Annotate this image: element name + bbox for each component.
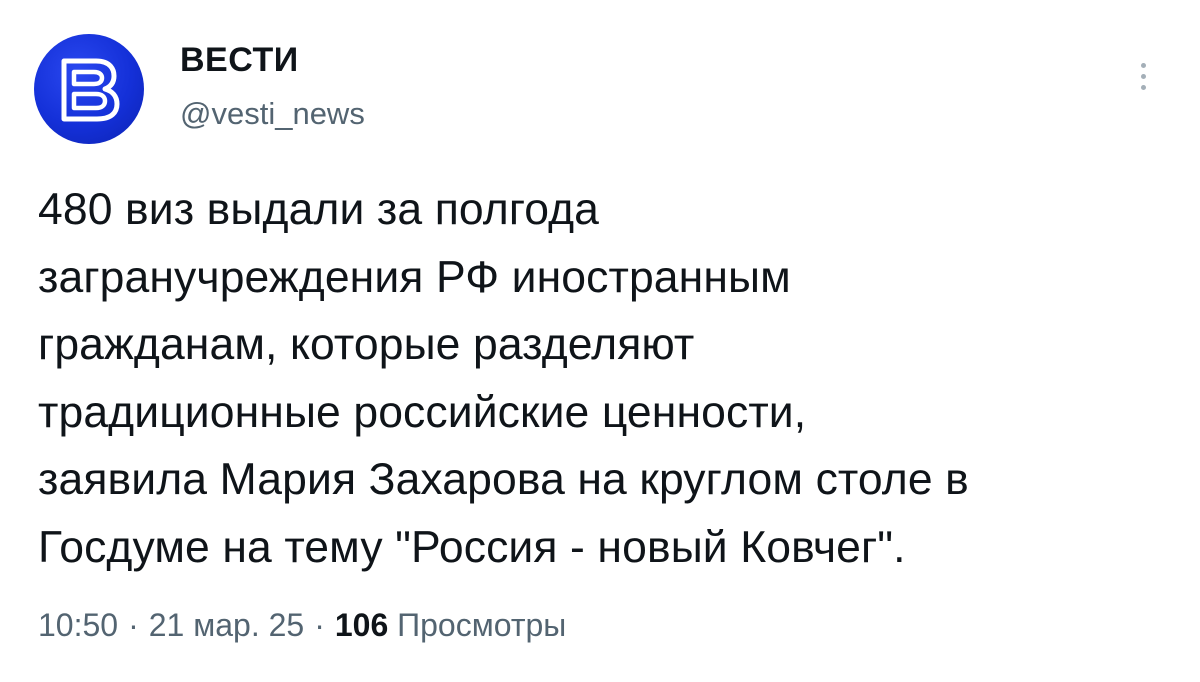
tweet-meta: 10:50 · 21 мар. 25 · 106 Просмотры [38,605,566,645]
more-vertical-icon-dot [1141,74,1146,79]
author-name[interactable]: ВЕСТИ [180,40,299,80]
tweet-date[interactable]: 21 мар. 25 [149,607,304,643]
views-count[interactable]: 106 [335,607,388,643]
meta-separator: · [314,607,325,643]
meta-separator: · [128,607,139,643]
author-handle[interactable]: @vesti_news [180,95,365,133]
more-options-button[interactable] [1128,54,1160,98]
tweet-time[interactable]: 10:50 · 21 мар. 25 [38,607,304,643]
tweet-card: ВЕСТИ @vesti_news 480 виз выдали за полг… [0,0,1200,682]
more-vertical-icon [1141,63,1146,68]
tweet-text: 480 виз выдали за полгода загранучрежден… [38,185,969,572]
vesti-logo-icon [61,58,120,122]
views-label[interactable]: Просмотры [397,607,566,643]
tweet-time-value[interactable]: 10:50 [38,607,118,643]
avatar[interactable] [34,34,144,144]
more-vertical-icon-dot [1141,85,1146,90]
